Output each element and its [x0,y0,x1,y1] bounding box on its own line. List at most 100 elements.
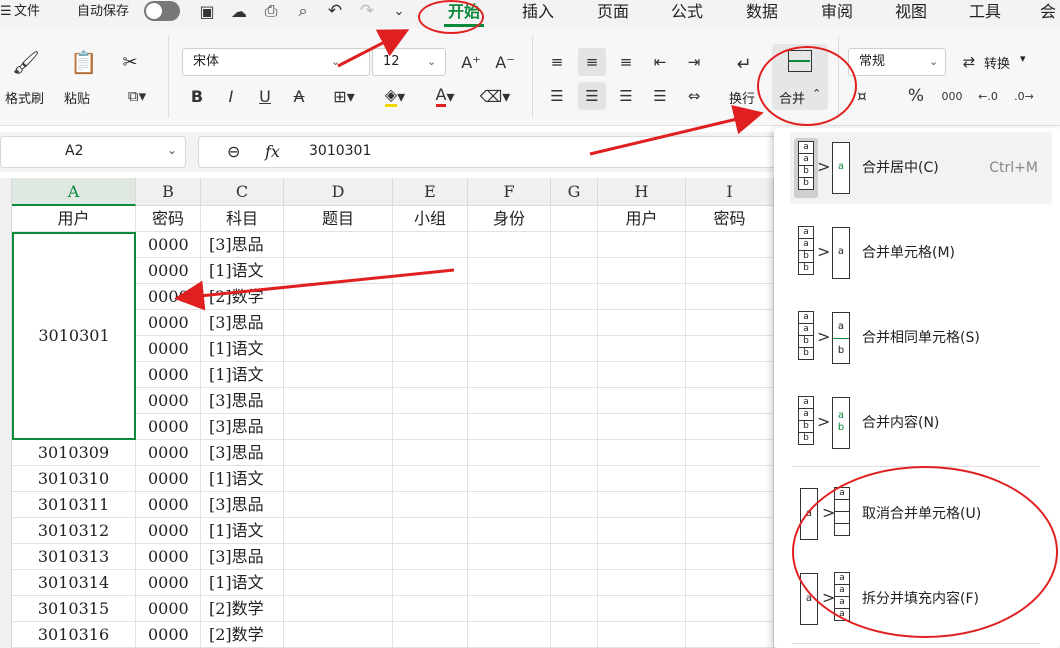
empty-cell[interactable] [551,622,598,648]
password-cell[interactable]: 0000 [136,284,201,310]
tab-review[interactable]: 审阅 [821,0,853,26]
empty-cell[interactable] [551,440,598,466]
empty-cell[interactable] [468,388,551,414]
empty-cell[interactable] [284,388,393,414]
empty-cell[interactable] [598,544,686,570]
empty-cell[interactable] [393,518,468,544]
subject-cell[interactable]: [1]语文 [201,570,284,596]
empty-cell[interactable] [468,570,551,596]
user-cell[interactable]: 3010315 [12,596,136,622]
empty-cell[interactable] [284,414,393,440]
font-size-select[interactable]: 12 ⌄ [372,48,446,76]
empty-cell[interactable] [393,388,468,414]
subject-cell[interactable]: [3]思品 [201,414,284,440]
user-cell[interactable]: 3010312 [12,518,136,544]
password-cell[interactable]: 0000 [136,388,201,414]
empty-cell[interactable] [393,622,468,648]
empty-cell[interactable] [468,284,551,310]
empty-cell[interactable] [393,336,468,362]
empty-cell[interactable] [393,570,468,596]
wrap-text-button[interactable]: 换行 [729,88,755,107]
empty-cell[interactable] [551,388,598,414]
name-box[interactable]: A2 ⌄ [0,136,186,168]
font-name-select[interactable]: 宋体 ⌄ [182,48,370,76]
empty-cell[interactable] [598,284,686,310]
empty-cell[interactable] [393,492,468,518]
empty-cell[interactable] [551,466,598,492]
underline-icon[interactable]: U [254,84,276,108]
empty-cell[interactable] [598,258,686,284]
empty-cell[interactable] [598,362,686,388]
empty-cell[interactable] [284,518,393,544]
copy-icon[interactable]: ⧉▾ [118,84,156,108]
subject-cell[interactable]: [3]思品 [201,310,284,336]
empty-cell[interactable] [598,466,686,492]
empty-cell[interactable] [686,336,774,362]
subject-cell[interactable]: [3]思品 [201,388,284,414]
align-left-icon[interactable]: ☰ [545,84,569,108]
user-cell[interactable]: 3010309 [12,440,136,466]
empty-cell[interactable] [686,466,774,492]
user-cell[interactable]: 3010316 [12,622,136,648]
format-painter-button[interactable]: 格式刷 [5,88,44,107]
column-header-e[interactable]: E [393,178,468,206]
column-header-i[interactable]: I [686,178,774,206]
empty-cell[interactable] [468,518,551,544]
empty-cell[interactable] [284,440,393,466]
empty-cell[interactable] [393,362,468,388]
align-top-icon[interactable]: ≡ [545,50,569,74]
empty-cell[interactable] [551,284,598,310]
empty-cell[interactable] [468,258,551,284]
empty-cell[interactable] [551,414,598,440]
subject-cell[interactable]: [2]数学 [201,284,284,310]
header-cell[interactable]: 题目 [284,206,393,232]
empty-cell[interactable] [686,362,774,388]
empty-cell[interactable] [393,414,468,440]
empty-cell[interactable] [598,440,686,466]
password-cell[interactable]: 0000 [136,466,201,492]
password-cell[interactable]: 0000 [136,440,201,466]
empty-cell[interactable] [551,544,598,570]
empty-cell[interactable] [468,362,551,388]
password-cell[interactable]: 0000 [136,258,201,284]
password-cell[interactable]: 0000 [136,414,201,440]
align-bottom-icon[interactable]: ≡ [614,50,638,74]
redo-icon[interactable]: ↷ [356,0,378,22]
align-center-icon[interactable]: ☰ [578,82,606,110]
password-cell[interactable]: 0000 [136,232,201,258]
align-middle-icon[interactable]: ≡ [578,48,606,76]
empty-cell[interactable] [284,622,393,648]
zoom-icon[interactable]: ⊖ [227,142,240,161]
cloud-icon[interactable]: ☁ [228,0,250,22]
header-cell[interactable]: 用户 [12,206,136,232]
tab-formula[interactable]: 公式 [671,0,703,26]
distributed-align-icon[interactable]: ⇔ [682,84,706,108]
empty-cell[interactable] [393,544,468,570]
empty-cell[interactable] [686,622,774,648]
header-cell[interactable]: 密码 [136,206,201,232]
empty-cell[interactable] [686,492,774,518]
empty-cell[interactable] [393,232,468,258]
number-format-select[interactable]: 常规 ⌄ [848,48,946,76]
empty-cell[interactable] [468,310,551,336]
empty-cell[interactable] [284,362,393,388]
header-cell[interactable]: 科目 [201,206,284,232]
merge-menu-item-4[interactable]: a a b b > a b 合并内容(N) [790,387,1052,459]
empty-cell[interactable] [686,232,774,258]
empty-cell[interactable] [284,544,393,570]
decrease-decimal-icon[interactable]: .0→ [1010,84,1038,108]
empty-cell[interactable] [468,440,551,466]
print-icon[interactable]: ⎙ [260,0,282,22]
fill-color-icon[interactable]: ◈ ▾ [376,84,414,108]
autosave-toggle[interactable] [144,1,180,21]
password-cell[interactable]: 0000 [136,362,201,388]
empty-cell[interactable] [551,232,598,258]
subject-cell[interactable]: [1]语文 [201,336,284,362]
thousands-icon[interactable]: 000 [938,84,966,108]
subject-cell[interactable]: [3]思品 [201,440,284,466]
empty-cell[interactable] [598,414,686,440]
strikethrough-icon[interactable]: A [288,84,310,108]
empty-cell[interactable] [468,622,551,648]
header-cell[interactable]: 用户 [598,206,686,232]
empty-cell[interactable] [393,466,468,492]
